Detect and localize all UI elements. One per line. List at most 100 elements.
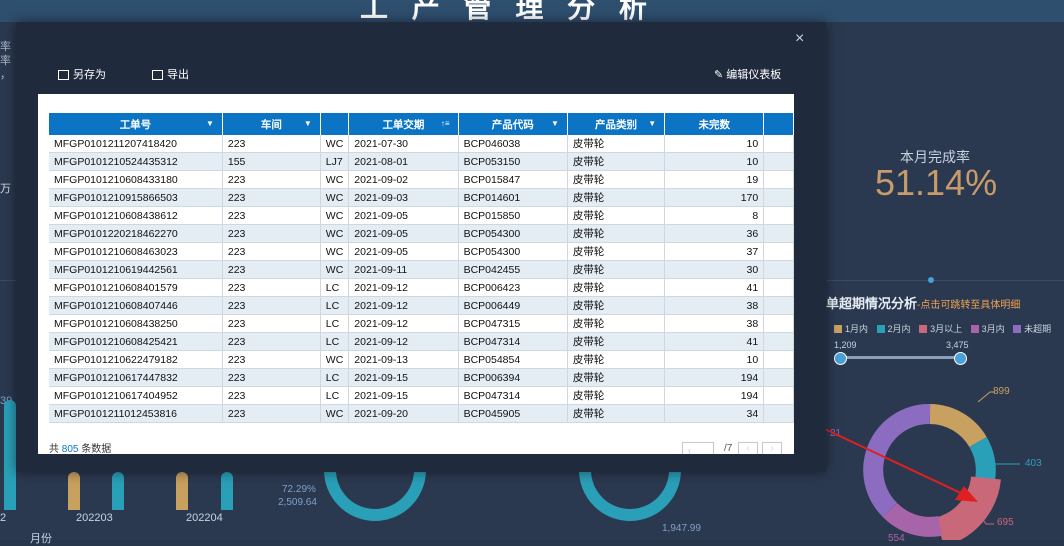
column-header-product-type[interactable]: 产品类别 ▼ [567,113,666,135]
legend-swatch [834,325,842,333]
cell-workshop: 223 [222,350,321,369]
cell-product-code: BCP015847 [458,170,568,189]
cell-unfinished: 170 [664,188,765,207]
cell-product-type: 皮带轮 [567,278,666,297]
donut-slice-3month[interactable] [882,502,942,537]
cell-order-no: MFGP0101210608438250 [49,314,223,333]
cell-unfinished: 38 [664,296,765,315]
cell-workshop: 223 [222,206,321,225]
export-button[interactable]: 导出 [152,66,189,82]
cell-line: LC [320,296,350,315]
sort-icon[interactable]: ↑≡ [441,119,450,128]
cell-product-type: 皮带轮 [567,368,666,387]
table-row[interactable]: MFGP0101210608438250 223 LC 2021-09-12 BCP04… [49,314,794,333]
edit-dashboard-button[interactable]: ✎ 编辑仪表板 [714,66,781,82]
page-input[interactable]: 1 [682,442,714,454]
cell-more [763,314,794,333]
cell-order-no: MFGP0101210608401579 [49,278,223,297]
table-row[interactable]: MFGP0101210617404952 223 LC 2021-09-15 BCP04… [49,386,794,405]
table-row[interactable]: MFGP0101210524435312 155 LJ7 2021-08-01 BCP0… [49,152,794,171]
cell-product-code: BCP054854 [458,350,568,369]
column-header-due-date[interactable]: 工单交期 ↑≡ [348,113,459,135]
prev-page-button[interactable]: ‹ [738,442,758,454]
gauge-value: 1,947.99 [662,523,701,534]
cell-due-date: 2021-09-15 [348,368,459,387]
column-header-line[interactable] [320,113,350,135]
cell-unfinished: 19 [664,170,765,189]
chart-bar [112,472,124,510]
overdue-legend[interactable]: 1月内 2月内 3月以上 3月内 未超期 [834,322,1051,335]
cell-workshop: 223 [222,260,321,279]
cell-product-type: 皮带轮 [567,224,666,243]
save-as-button[interactable]: 另存为 [58,66,106,82]
cell-order-no: MFGP0101211012453816 [49,404,223,423]
column-header-product-code[interactable]: 产品代码 ▼ [458,113,568,135]
cell-due-date: 2021-09-05 [348,206,459,225]
table-row[interactable]: MFGP0101210608463023 223 WC 2021-09-05 BCP05… [49,242,794,261]
cell-workshop: 223 [222,314,321,333]
cell-line: WC [320,260,350,279]
cell-workshop: 223 [222,332,321,351]
cell-workshop: 223 [222,386,321,405]
cell-unfinished: 10 [664,350,765,369]
table-row[interactable]: MFGP0101210915866503 223 WC 2021-09-03 BCP01… [49,188,794,207]
table-row[interactable]: MFGP0101211207418420 223 WC 2021-07-30 BCP04… [49,135,794,153]
range-slider[interactable] [834,352,967,365]
slider-right-handle[interactable] [954,352,967,365]
filter-icon[interactable]: ▼ [648,119,656,128]
report-table-container: 工单号 ▼ 车间 ▼ 工单交期 ↑≡ 产品代码 ▼ 产品类别 ▼ 未完数 MFGP0101… [38,94,794,454]
cell-product-code: BCP006394 [458,368,568,387]
table-row[interactable]: MFGP0101210619442561 223 WC 2021-09-11 BCP04… [49,260,794,279]
cell-more [763,242,794,261]
filter-icon[interactable]: ▼ [206,119,214,128]
cell-order-no: MFGP0101210608438612 [49,206,223,225]
cell-product-type: 皮带轮 [567,135,666,153]
table-row[interactable]: MFGP0101210617447832 223 LC 2021-09-15 BCP00… [49,368,794,387]
close-icon[interactable]: × [795,30,804,48]
cell-order-no: MFGP0101210619442561 [49,260,223,279]
table-row[interactable]: MFGP0101210608425421 223 LC 2021-09-12 BCP04… [49,332,794,351]
cell-more [763,188,794,207]
table-row[interactable]: MFGP0101210608433180 223 WC 2021-09-02 BCP01… [49,170,794,189]
column-header-more [763,113,794,135]
cell-order-no: MFGP0101210608463023 [49,242,223,261]
next-page-button[interactable]: › [762,442,782,454]
gauge-value: 2,509.64 [278,497,317,508]
table-row[interactable]: MFGP0101210608438612 223 WC 2021-09-05 BCP01… [49,206,794,225]
dialog-scrollbar[interactable] [794,94,802,454]
cell-product-code: BCP045905 [458,404,568,423]
cell-order-no: MFGP0101220218462270 [49,224,223,243]
cell-line: LC [320,386,350,405]
cell-product-type: 皮带轮 [567,188,666,207]
table-row[interactable]: MFGP0101210608407446 223 LC 2021-09-12 BCP00… [49,296,794,315]
cell-product-type: 皮带轮 [567,332,666,351]
cell-product-code: BCP014601 [458,188,568,207]
table-row[interactable]: MFGP0101211012453816 223 WC 2021-09-20 BCP04… [49,404,794,423]
pencil-icon: ✎ [714,69,727,81]
table-row[interactable]: MFGP0101210608401579 223 LC 2021-09-12 BCP00… [49,278,794,297]
cell-due-date: 2021-09-12 [348,332,459,351]
cell-workshop: 223 [222,242,321,261]
gauge-arc-left [324,470,426,521]
filter-icon[interactable]: ▼ [551,119,559,128]
panel-dot [928,277,934,283]
column-header-order-no[interactable]: 工单号 ▼ [49,113,223,135]
overdue-title[interactable]: 单超期情况分析-点击可跳转至具体明细 [826,293,1020,312]
cell-due-date: 2021-09-05 [348,224,459,243]
chart-bar [4,400,16,510]
filter-icon[interactable]: ▼ [304,119,312,128]
table-row[interactable]: MFGP0101220218462270 223 WC 2021-09-05 BCP05… [49,224,794,243]
legend-swatch [919,325,928,333]
donut-label: 899 [993,386,1010,397]
cell-unfinished: 8 [664,206,765,225]
cell-order-no: MFGP0101210608425421 [49,332,223,351]
table-row[interactable]: MFGP0101210622479182 223 WC 2021-09-13 BCP05… [49,350,794,369]
cell-due-date: 2021-09-11 [348,260,459,279]
panel-divider [826,280,1064,281]
slider-left-handle[interactable] [834,352,847,365]
column-header-unfinished[interactable]: 未完数 [664,113,765,135]
cell-line: WC [320,404,350,423]
cell-line: LC [320,278,350,297]
column-header-workshop[interactable]: 车间 ▼ [222,113,321,135]
cell-line: LC [320,314,350,333]
